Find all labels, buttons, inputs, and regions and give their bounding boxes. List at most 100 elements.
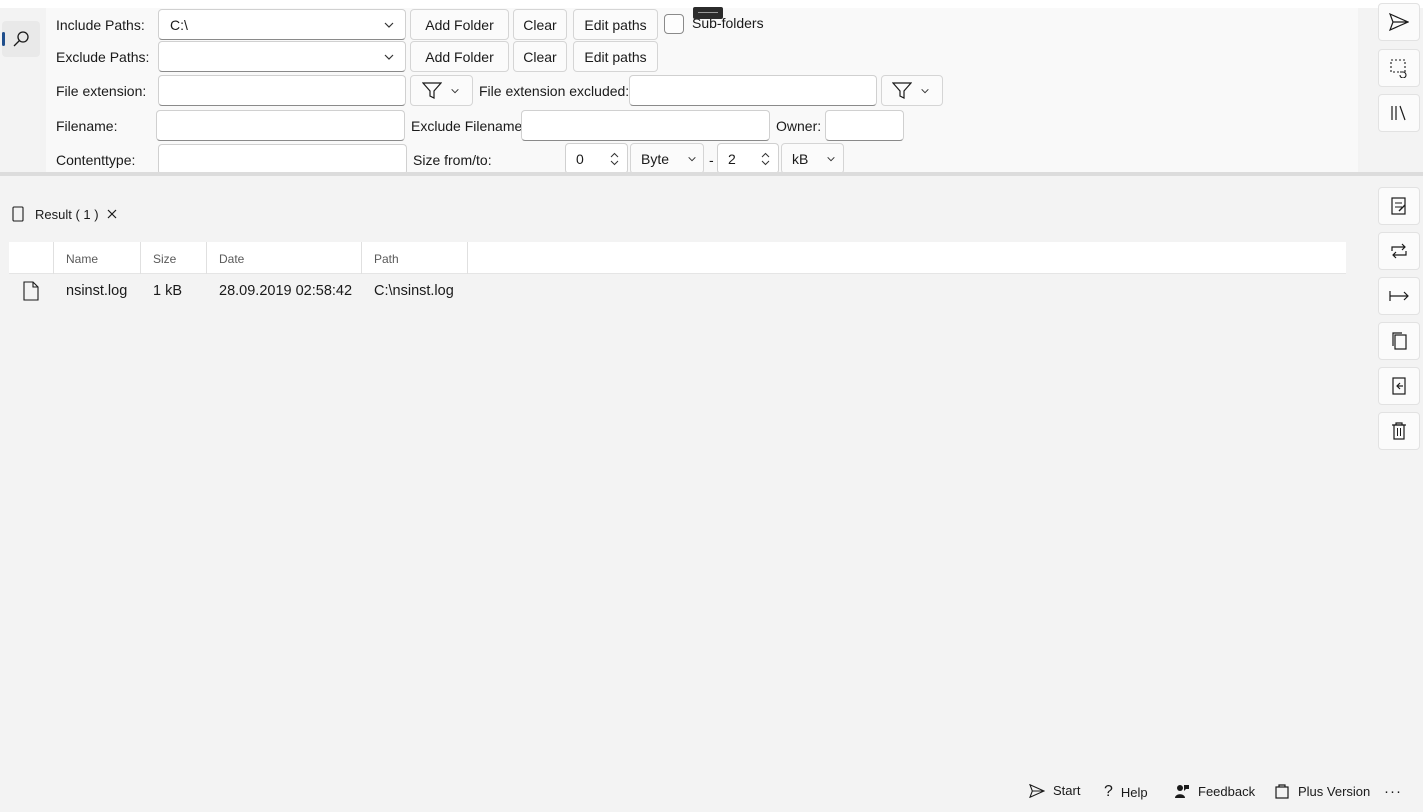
contenttype-input[interactable] (158, 144, 407, 175)
export-button[interactable] (1378, 367, 1420, 405)
exclude-edit-paths-button[interactable]: Edit paths (573, 41, 658, 72)
copy-button[interactable] (1378, 322, 1420, 360)
include-add-folder-button[interactable]: Add Folder (410, 9, 509, 40)
column-header-date[interactable]: Date (219, 252, 244, 266)
column-separator[interactable] (206, 242, 207, 274)
file-extension-filter-button[interactable] (410, 75, 473, 106)
filter-icon (422, 81, 442, 99)
feedback-label: Feedback (1198, 783, 1256, 799)
help-label: Help (1120, 784, 1148, 800)
feedback-button[interactable]: Feedback (1174, 783, 1255, 799)
select-undo-icon (1390, 59, 1407, 78)
go-to-end-button[interactable] (1378, 277, 1420, 315)
owner-input[interactable] (825, 110, 904, 141)
include-paths-combo[interactable]: C:\ (158, 9, 406, 40)
size-to-unit-value: kB (792, 150, 809, 167)
include-paths-value: C:\ (170, 17, 188, 33)
question-icon: ? (1104, 783, 1113, 800)
exclude-add-folder-button[interactable]: Add Folder (410, 41, 509, 72)
size-to-unit-dropdown[interactable]: kB (781, 143, 844, 174)
left-rail (0, 8, 46, 174)
store-bag-icon (1275, 784, 1289, 799)
file-extension-excluded-label: File extension excluded: (479, 83, 630, 99)
library-button[interactable] (1378, 94, 1420, 132)
spin-arrows-icon[interactable] (610, 152, 619, 166)
size-from-value: 0 (576, 151, 584, 167)
selection-indicator (2, 32, 5, 46)
report-edit-icon (1391, 197, 1406, 215)
exclude-paths-label: Exclude Paths: (56, 49, 150, 65)
size-to-spinner[interactable]: 2 (717, 143, 779, 174)
filter-icon (892, 81, 912, 99)
owner-label: Owner: (776, 118, 822, 134)
cell-path: C:\nsinst.log (374, 283, 454, 299)
help-button[interactable]: ? Help (1104, 783, 1148, 801)
plus-version-label: Plus Version (1298, 783, 1371, 799)
export-file-icon (1392, 377, 1406, 395)
document-icon (12, 206, 24, 222)
chevron-down-icon (384, 22, 394, 28)
column-separator[interactable] (467, 242, 468, 274)
chevron-down-icon (451, 88, 459, 93)
exclude-filename-label: Exclude Filename: (411, 118, 527, 134)
size-separator: - (709, 152, 714, 168)
start-label: Start (1053, 783, 1081, 798)
table-row[interactable]: nsinst.log 1 kB 28.09.2019 02:58:42 C:\n… (9, 275, 1346, 307)
cell-date: 28.09.2019 02:58:42 (219, 283, 353, 299)
plus-version-button[interactable]: Plus Version (1274, 783, 1370, 799)
start-button[interactable]: Start (1029, 783, 1080, 798)
column-header-path[interactable]: Path (374, 252, 399, 266)
cell-size: 1 kB (153, 283, 183, 299)
chevron-down-icon (688, 156, 696, 161)
exclude-filename-input[interactable] (521, 110, 770, 141)
file-icon (23, 281, 39, 301)
tab-result[interactable]: Result ( 1 ) (0, 198, 132, 230)
select-area-button[interactable] (1378, 49, 1420, 87)
results-grid-header: Name Size Date Path (9, 242, 1346, 274)
size-from-unit-dropdown[interactable]: Byte (630, 143, 704, 174)
library-icon (1391, 105, 1406, 121)
copy-icon (1392, 332, 1407, 350)
more-options-button[interactable]: ··· (1384, 783, 1402, 800)
send-icon (1029, 783, 1045, 798)
size-from-spinner[interactable]: 0 (565, 143, 628, 174)
subfolders-checkbox[interactable] (664, 14, 684, 34)
trash-icon (1392, 422, 1406, 440)
file-extension-label: File extension: (56, 83, 147, 99)
send-icon (1389, 13, 1409, 31)
right-toolbar (1359, 0, 1423, 812)
contenttype-label: Contenttype: (56, 152, 136, 168)
drag-handle[interactable] (693, 7, 723, 19)
chevron-down-icon (384, 54, 394, 60)
tab-result-label: Result ( 1 ) (35, 207, 99, 222)
exclude-clear-button[interactable]: Clear (513, 41, 567, 72)
column-separator[interactable] (53, 242, 54, 274)
column-separator[interactable] (361, 242, 362, 274)
repeat-button[interactable] (1378, 232, 1420, 270)
command-bar: Start ? Help Feedback Plus Version ··· (1020, 776, 1423, 808)
feedback-icon (1175, 785, 1189, 798)
file-extension-excluded-input[interactable] (629, 75, 877, 106)
filename-input[interactable] (156, 110, 405, 141)
search-nav-button[interactable] (2, 21, 40, 57)
cell-name: nsinst.log (66, 283, 128, 299)
file-extension-excluded-filter-button[interactable] (881, 75, 943, 106)
include-paths-label: Include Paths: (56, 17, 145, 33)
include-edit-paths-button[interactable]: Edit paths (573, 9, 658, 40)
delete-button[interactable] (1378, 412, 1420, 450)
search-icon (13, 31, 29, 47)
include-clear-button[interactable]: Clear (513, 9, 567, 40)
size-from-unit-value: Byte (641, 150, 670, 167)
column-header-size[interactable]: Size (153, 252, 176, 266)
report-button[interactable] (1378, 187, 1420, 225)
panel-divider[interactable] (0, 172, 1423, 176)
column-separator[interactable] (140, 242, 141, 274)
column-header-name[interactable]: Name (66, 252, 98, 266)
send-button[interactable] (1378, 3, 1420, 41)
close-icon[interactable] (106, 208, 118, 220)
spin-arrows-icon[interactable] (761, 152, 770, 166)
file-extension-input[interactable] (158, 75, 406, 106)
chevron-down-icon (827, 156, 836, 161)
exclude-paths-combo[interactable] (158, 41, 406, 72)
arrow-right-bar-icon (1389, 291, 1409, 301)
